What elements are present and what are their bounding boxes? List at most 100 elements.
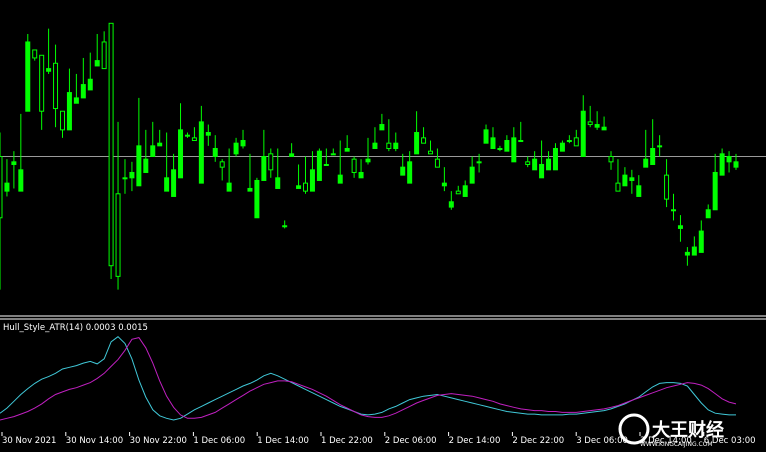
candle-body: [289, 153, 295, 158]
candle-body: [629, 177, 635, 181]
candle-body: [18, 169, 24, 192]
candle-body: [25, 41, 31, 112]
candle-body: [46, 68, 52, 72]
x-tick-label: 1 Dec 22:00: [321, 436, 373, 446]
candle-body: [240, 140, 246, 147]
candle-body: [552, 148, 558, 171]
candle-body: [254, 179, 260, 219]
candle-body: [483, 129, 489, 144]
candle-body: [712, 171, 718, 211]
candle-body: [261, 156, 267, 181]
candle-body: [594, 124, 600, 128]
candle-body: [365, 158, 371, 163]
candle-body: [525, 161, 531, 165]
chart-background: [0, 0, 766, 448]
candle-body: [4, 182, 10, 192]
x-tick-label: 1 Dec 06:00: [193, 436, 245, 446]
x-tick-label: 30 Nov 22:00: [130, 436, 187, 446]
candle-body: [233, 142, 239, 155]
candle-body: [664, 174, 670, 200]
candle-body: [101, 41, 107, 70]
candle-body: [643, 158, 649, 168]
candle-body: [657, 145, 663, 148]
candle-body: [587, 121, 593, 126]
indicator-title: Hull_Style_ATR(14) 0.0003 0.0015: [3, 323, 148, 333]
candle-body: [511, 137, 517, 163]
candle-body: [129, 171, 135, 179]
candle-body: [504, 140, 510, 152]
candle-body: [164, 177, 170, 192]
candle-body: [455, 190, 461, 195]
candle-body: [434, 158, 440, 168]
candle-body: [393, 142, 399, 150]
candle-body: [386, 142, 392, 150]
candle-body: [691, 246, 697, 256]
candle-body: [372, 142, 378, 150]
candle-body: [66, 92, 72, 131]
candle-body: [198, 121, 204, 184]
chart-canvas: Hull_Style_ATR(14) 0.0003 0.0015 30 Nov …: [0, 0, 766, 448]
candle-body: [671, 209, 677, 212]
candle: [254, 177, 260, 219]
candle-body: [573, 137, 579, 147]
candle-body: [303, 182, 309, 192]
candle-body: [469, 166, 475, 184]
x-tick-label: 3 Dec 06:00: [576, 436, 628, 446]
candle-body: [608, 156, 614, 163]
x-tick-label: 2 Dec 22:00: [512, 436, 564, 446]
candle-body: [622, 174, 628, 187]
candle-body: [87, 78, 93, 91]
x-tick-label: 1 Dec 14:00: [257, 436, 309, 446]
candle-body: [296, 185, 302, 189]
candle-body: [143, 158, 149, 173]
candle-body: [490, 137, 496, 150]
candle-body: [400, 166, 406, 176]
candle-body: [414, 132, 420, 155]
candle-body: [330, 153, 336, 156]
candle-body: [73, 97, 79, 104]
candle-body: [226, 182, 232, 192]
candle-body: [601, 126, 607, 131]
x-tick-label: 2 Dec 06:00: [385, 436, 437, 446]
candle: [316, 148, 322, 181]
candle-body: [677, 225, 683, 229]
candle-body: [11, 161, 17, 165]
candle-body: [39, 54, 45, 112]
candle-body: [219, 161, 225, 168]
candle: [25, 33, 31, 112]
candle-body: [441, 182, 447, 187]
candle-body: [518, 140, 524, 143]
candle-body: [122, 177, 128, 180]
candle-body: [705, 209, 711, 219]
candle-body: [53, 62, 59, 110]
x-tick-label: 30 Nov 2021: [2, 436, 56, 446]
candle-body: [421, 137, 427, 144]
candle-body: [532, 158, 538, 171]
candle-body: [580, 110, 586, 158]
candle-body: [497, 148, 503, 151]
candle-body: [32, 49, 38, 59]
candle-body: [212, 148, 218, 158]
watermark-subtext: WWW.KINGCAIJING.COM: [640, 441, 713, 448]
candle-body: [0, 156, 3, 219]
candle-body: [247, 187, 253, 192]
candle-body: [115, 193, 121, 277]
candle-body: [358, 171, 364, 179]
candle-body: [157, 142, 163, 147]
candle-body: [171, 169, 177, 197]
candle-body: [344, 148, 350, 152]
candle-body: [566, 140, 572, 143]
candle-body: [650, 148, 656, 165]
candle-body: [636, 185, 642, 197]
x-tick-label: 30 Nov 14:00: [66, 436, 123, 446]
candle-body: [94, 60, 100, 67]
watermark-text: 大王财经: [652, 419, 724, 441]
x-tick-label: 2 Dec 14:00: [449, 436, 501, 446]
candle: [108, 22, 114, 280]
candle-body: [275, 177, 281, 189]
candle-body: [59, 110, 65, 131]
candle-body: [684, 251, 690, 256]
candle-body: [427, 150, 433, 155]
candle-body: [546, 158, 552, 171]
candle-body: [337, 174, 343, 184]
